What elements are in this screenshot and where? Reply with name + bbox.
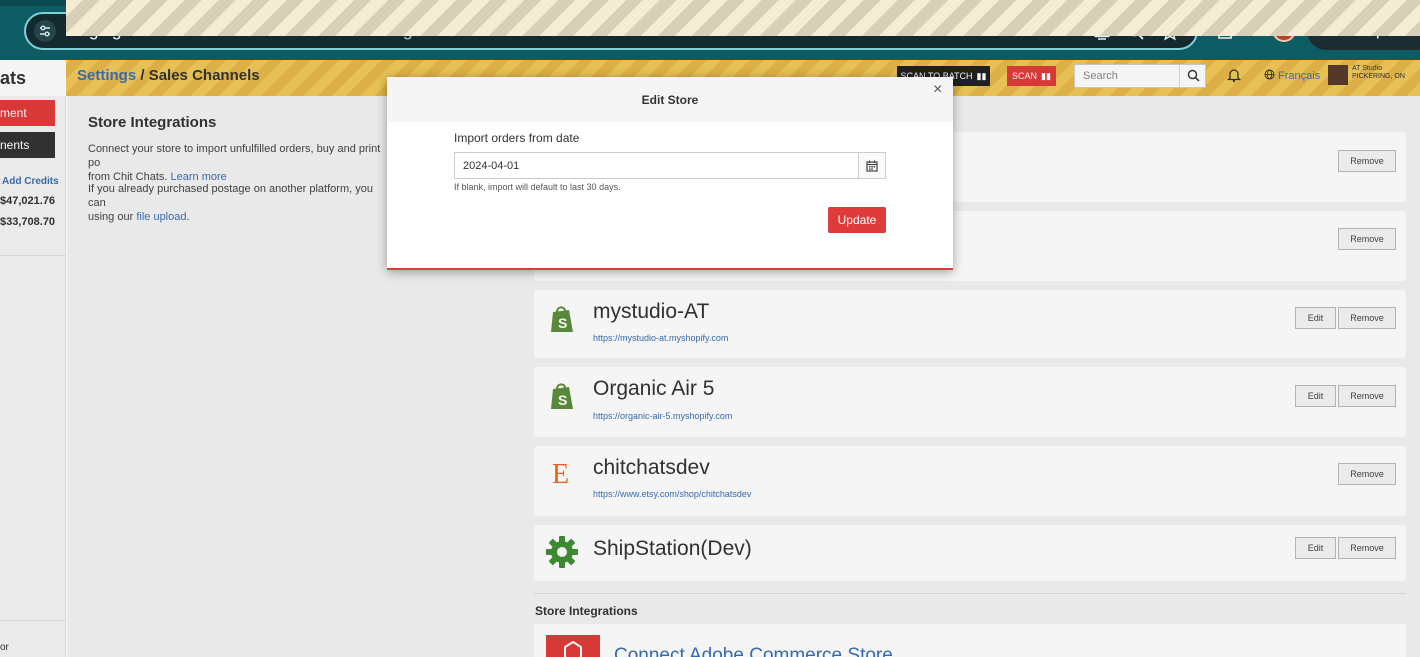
site-settings-icon[interactable] — [34, 20, 56, 42]
import-date-input[interactable]: 2024-04-01 — [454, 152, 886, 179]
app-header-stripes — [66, 0, 1420, 36]
update-button[interactable]: Update — [828, 207, 886, 233]
calendar-icon[interactable] — [858, 152, 886, 179]
import-date-help: If blank, import will default to last 30… — [454, 182, 621, 192]
modal-title: Edit Store — [641, 93, 699, 107]
close-icon[interactable]: × — [933, 81, 942, 99]
import-date-label: Import orders from date — [454, 131, 580, 145]
edit-store-modal: Edit Store × Import orders from date 202… — [387, 77, 953, 270]
